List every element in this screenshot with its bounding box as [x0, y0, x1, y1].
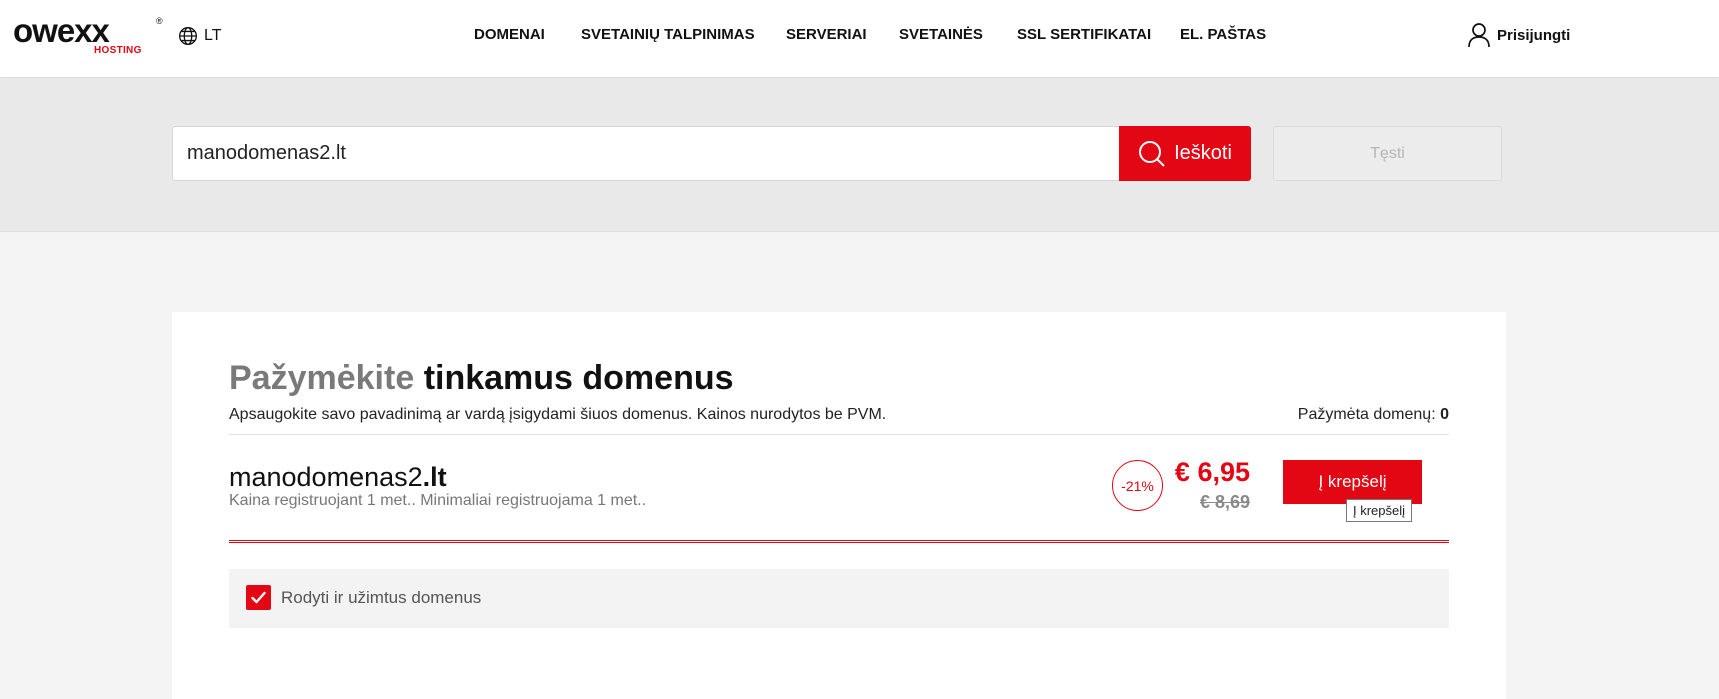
login-label: Prisijungti [1497, 26, 1571, 44]
search-button[interactable]: Ieškoti [1119, 126, 1251, 181]
nav-item-serveriai[interactable]: SERVERIAI [786, 26, 867, 43]
price-current: € 6,95 [1174, 457, 1250, 487]
divider [229, 434, 1449, 435]
checkmark-icon [251, 591, 266, 604]
nav-item-el-pastas[interactable]: EL. PAŠTAS [1180, 26, 1266, 43]
logo-wordmark: owexx [13, 12, 110, 49]
nav-item-ssl-sertifikatai[interactable]: SSL SERTIFIKATAI [1017, 26, 1151, 43]
domain-search-input[interactable] [172, 126, 1120, 181]
search-section: Ieškoti Tęsti [0, 79, 1719, 232]
show-taken-label[interactable]: Rodyti ir užimtus domenus [281, 588, 481, 608]
search-button-label: Ieškoti [1174, 142, 1232, 164]
nav-item-domenai[interactable]: DOMENAI [474, 26, 545, 43]
selected-count-value: 0 [1440, 406, 1449, 423]
language-selector[interactable]: LT [178, 26, 221, 46]
red-divider [229, 540, 1449, 543]
domain-name: manodomenas2.lt [229, 462, 447, 493]
page-title: Pažymėkite tinkamus domenus [229, 359, 734, 398]
domain-price-note: Kaina registruojant 1 met.. Minimaliai r… [229, 492, 647, 509]
user-icon [1468, 23, 1490, 48]
filter-bar: Rodyti ir užimtus domenus [229, 569, 1449, 628]
logo-subtitle: HOSTING [94, 45, 142, 56]
nav-item-svetainiu-talpinimas[interactable]: SVETAINIŲ TALPINIMAS [581, 26, 755, 43]
add-to-cart-button[interactable]: Į krepšelį [1283, 460, 1422, 504]
cart-tooltip: Į krepšelį [1346, 499, 1413, 522]
site-header: owexx ® HOSTING LT DOMENAI SVETAINIŲ TAL… [0, 0, 1719, 78]
nav-item-svetaines[interactable]: SVETAINĖS [899, 26, 983, 43]
selected-count-label: Pažymėta domenų: [1297, 406, 1436, 423]
results-subtitle: Apsaugokite savo pavadinimą ar vardą įsi… [229, 406, 887, 423]
owexx-logo[interactable]: owexx ® HOSTING [13, 12, 163, 60]
login-link[interactable]: Prisijungti [1467, 22, 1570, 48]
price-old: € 8,69 [1199, 492, 1250, 512]
continue-button[interactable]: Tęsti [1273, 126, 1502, 181]
title-muted: Pažymėkite [229, 359, 415, 397]
selected-count: Pažymėta domenų: 0 [1298, 406, 1449, 424]
show-taken-checkbox[interactable] [246, 585, 271, 610]
discount-badge: -21% [1112, 460, 1163, 511]
title-main: tinkamus domenus [423, 359, 734, 397]
domain-row[interactable]: manodomenas2.lt Kaina registruojant 1 me… [229, 436, 1449, 541]
globe-icon [179, 27, 197, 45]
logo-registered-mark: ® [156, 16, 163, 26]
domain-results-card: Pažymėkite tinkamus domenus Apsaugokite … [172, 312, 1506, 699]
language-label: LT [204, 27, 222, 44]
domain-tld: .lt [422, 462, 447, 492]
domain-base: manodomenas2 [229, 462, 423, 492]
search-icon [1139, 140, 1165, 167]
